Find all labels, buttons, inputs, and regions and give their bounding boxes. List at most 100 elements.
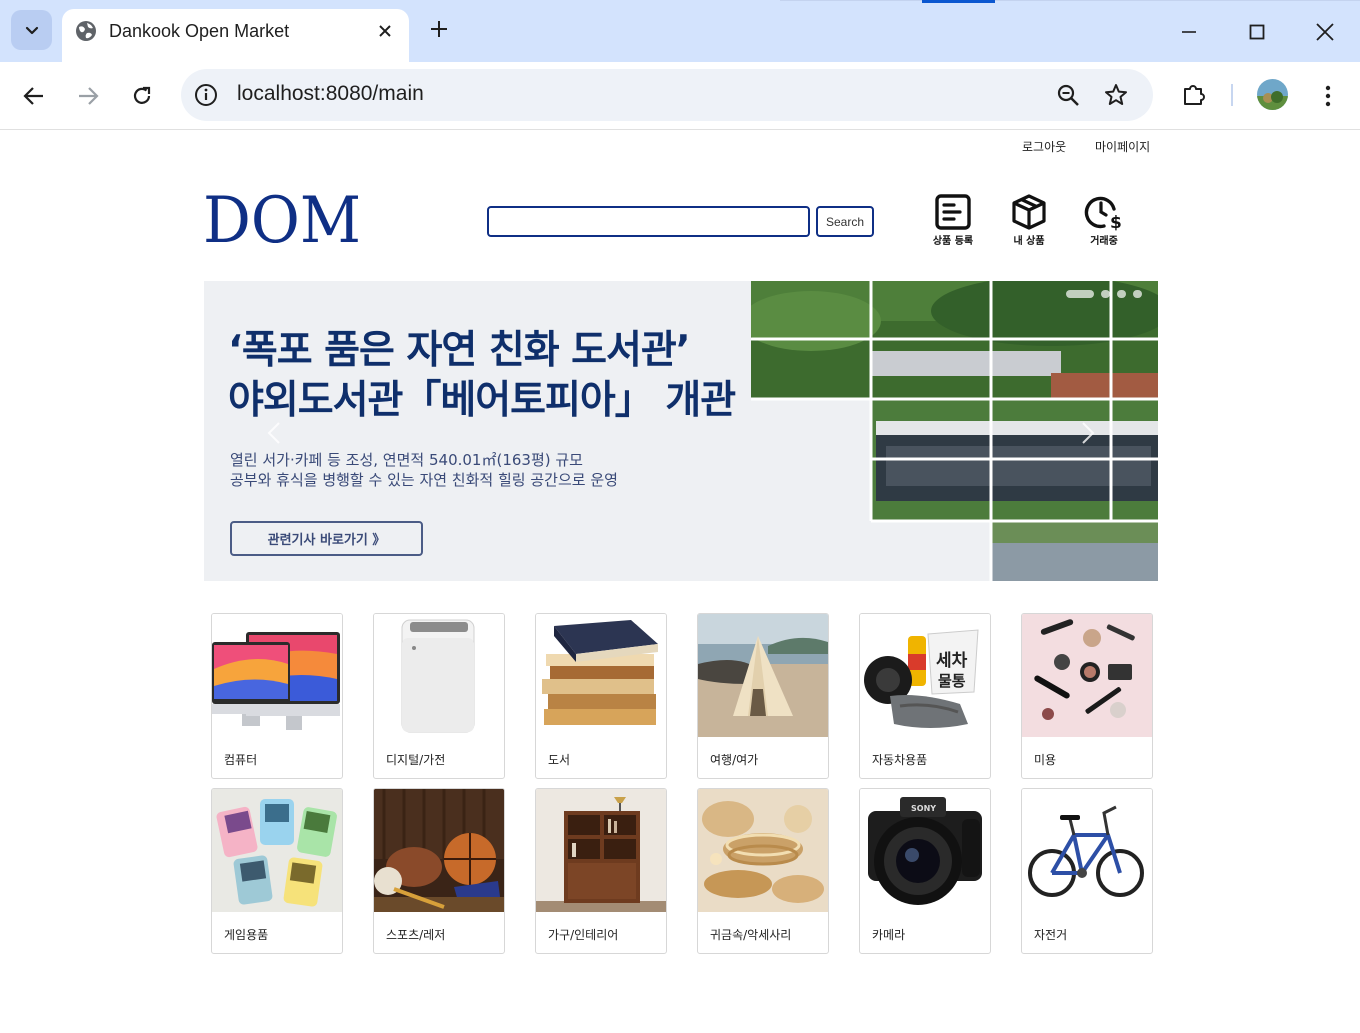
bookmark-button[interactable]: [1102, 81, 1130, 109]
svg-text:SONY: SONY: [911, 804, 936, 813]
category-label: 도서: [548, 753, 571, 767]
category-card-furniture[interactable]: 가구/인테리어: [535, 788, 667, 954]
register-product-label: 상품 등록: [932, 236, 974, 247]
indicator[interactable]: [1101, 290, 1110, 298]
more-vertical-icon: [1325, 85, 1331, 107]
zoom-button[interactable]: [1054, 81, 1082, 109]
category-label: 카메라: [872, 928, 906, 942]
banner-subtitle-line1: 열린 서가·카페 등 조성, 연면적 540.01㎡(163평) 규모: [230, 451, 583, 469]
zoom-out-icon: [1057, 84, 1079, 106]
indicator-active[interactable]: [1066, 290, 1094, 298]
category-card-appliance[interactable]: 디지털/가전: [373, 613, 505, 779]
logo-text: DOM: [203, 188, 361, 248]
category-card-travel[interactable]: 여행/여가: [697, 613, 829, 779]
category-label: 자동차용품: [872, 753, 928, 767]
carousel-next-button[interactable]: [1081, 421, 1101, 445]
search-input[interactable]: [487, 206, 810, 237]
tabstrip-top-line: [780, 0, 1360, 1]
my-products-label: 내 상품: [1013, 236, 1045, 247]
search-button[interactable]: Search: [816, 206, 874, 237]
arrow-right-icon: [79, 87, 99, 105]
my-products-link[interactable]: 내 상품: [999, 193, 1059, 249]
clock-dollar-icon: $: [1084, 196, 1122, 231]
back-button[interactable]: [14, 76, 54, 116]
computer-image: [212, 614, 342, 737]
close-icon: [1316, 23, 1334, 41]
browser-toolbar: localhost:8080/main: [0, 62, 1360, 130]
books-image: [536, 614, 666, 737]
category-card-jewelry[interactable]: 귀금속/악세사리: [697, 788, 829, 954]
category-label: 디지털/가전: [386, 753, 446, 767]
browser-menu-button[interactable]: [1310, 76, 1346, 116]
svg-text:$: $: [1110, 213, 1122, 231]
logout-link[interactable]: 로그아웃: [1022, 138, 1066, 155]
address-bar[interactable]: localhost:8080/main: [181, 69, 1153, 121]
category-card-computer[interactable]: 컴퓨터: [211, 613, 343, 779]
carousel-prev-button[interactable]: [267, 421, 287, 445]
tab-strip: Dankook Open Market: [0, 0, 1360, 62]
star-icon: [1105, 84, 1127, 105]
category-card-car[interactable]: 세차 물통 자동차용품: [859, 613, 991, 779]
in-trade-label: 거래중: [1090, 236, 1118, 247]
arrow-left-icon: [23, 87, 43, 105]
avatar-icon: [1257, 79, 1288, 110]
bicycle-image: [1022, 789, 1152, 912]
register-product-icon: [935, 194, 971, 230]
extensions-button[interactable]: [1176, 76, 1212, 112]
category-card-beauty[interactable]: 미용: [1021, 613, 1153, 779]
car-supplies-image: 세차 물통: [860, 614, 990, 737]
tab-active[interactable]: Dankook Open Market: [62, 9, 409, 62]
maximize-button[interactable]: [1239, 14, 1275, 50]
reload-button[interactable]: [122, 76, 162, 116]
forward-button[interactable]: [68, 76, 108, 116]
window-close-button[interactable]: [1307, 14, 1343, 50]
new-tab-button[interactable]: [424, 14, 454, 44]
in-trade-link[interactable]: $ 거래중: [1074, 193, 1134, 249]
toolbar-separator: [1231, 84, 1233, 106]
sports-image: [374, 789, 504, 912]
reload-icon: [133, 86, 151, 104]
page-content: 로그아웃 마이페이지 DOM Search 상품 등록 내 상품 $ 거래중 ‘…: [1, 131, 1358, 1031]
puzzle-icon: [1184, 85, 1205, 105]
category-label: 귀금속/악세사리: [710, 928, 792, 942]
camera-image: SONY: [860, 789, 990, 912]
svg-text:세차: 세차: [936, 651, 968, 671]
banner-cta-button[interactable]: 관련기사 바로가기 》: [230, 521, 423, 556]
banner-title-line1: ‘폭포 품은 자연 친화 도서관’: [228, 328, 691, 373]
box-icon: [1012, 194, 1046, 230]
category-card-bicycle[interactable]: 자전거: [1021, 788, 1153, 954]
category-label: 스포츠/레저: [386, 928, 446, 942]
furniture-image: [536, 789, 666, 912]
indicator[interactable]: [1133, 290, 1142, 298]
jewelry-image: [698, 789, 828, 912]
banner-title-line2: 야외도서관「베어토피아」 개관: [228, 378, 736, 423]
profile-avatar[interactable]: [1257, 79, 1288, 110]
minimize-button[interactable]: [1171, 14, 1207, 50]
indicator[interactable]: [1117, 290, 1126, 298]
register-product-link[interactable]: 상품 등록: [923, 193, 983, 249]
tabstrip-accent: [922, 0, 995, 3]
site-logo[interactable]: DOM: [203, 188, 363, 248]
mypage-link[interactable]: 마이페이지: [1095, 138, 1150, 155]
chevron-down-icon: [25, 26, 38, 35]
info-icon[interactable]: [193, 82, 219, 108]
category-label: 컴퓨터: [224, 753, 258, 767]
globe-icon: [76, 21, 96, 41]
category-card-camera[interactable]: SONY 카메라: [859, 788, 991, 954]
beauty-image: [1022, 614, 1152, 737]
game-image: [212, 789, 342, 912]
category-card-books[interactable]: 도서: [535, 613, 667, 779]
chevron-left-icon: [267, 422, 280, 444]
tab-search-button[interactable]: [11, 10, 52, 50]
plus-icon: [431, 21, 447, 37]
category-label: 여행/여가: [710, 753, 759, 767]
appliance-image: [374, 614, 504, 737]
category-card-sports[interactable]: 스포츠/레저: [373, 788, 505, 954]
hero-banner[interactable]: ‘폭포 품은 자연 친화 도서관’ 야외도서관「베어토피아」 개관 열린 서가·…: [204, 281, 1158, 581]
banner-subtitle-line2: 공부와 휴식을 병행할 수 있는 자연 친화적 힐링 공간으로 운영: [230, 471, 618, 489]
url-text[interactable]: localhost:8080/main: [237, 82, 424, 106]
chevron-right-icon: [1082, 422, 1095, 444]
category-card-game[interactable]: 게임용품: [211, 788, 343, 954]
tab-close-button[interactable]: [371, 17, 399, 45]
svg-text:물통: 물통: [938, 672, 966, 690]
